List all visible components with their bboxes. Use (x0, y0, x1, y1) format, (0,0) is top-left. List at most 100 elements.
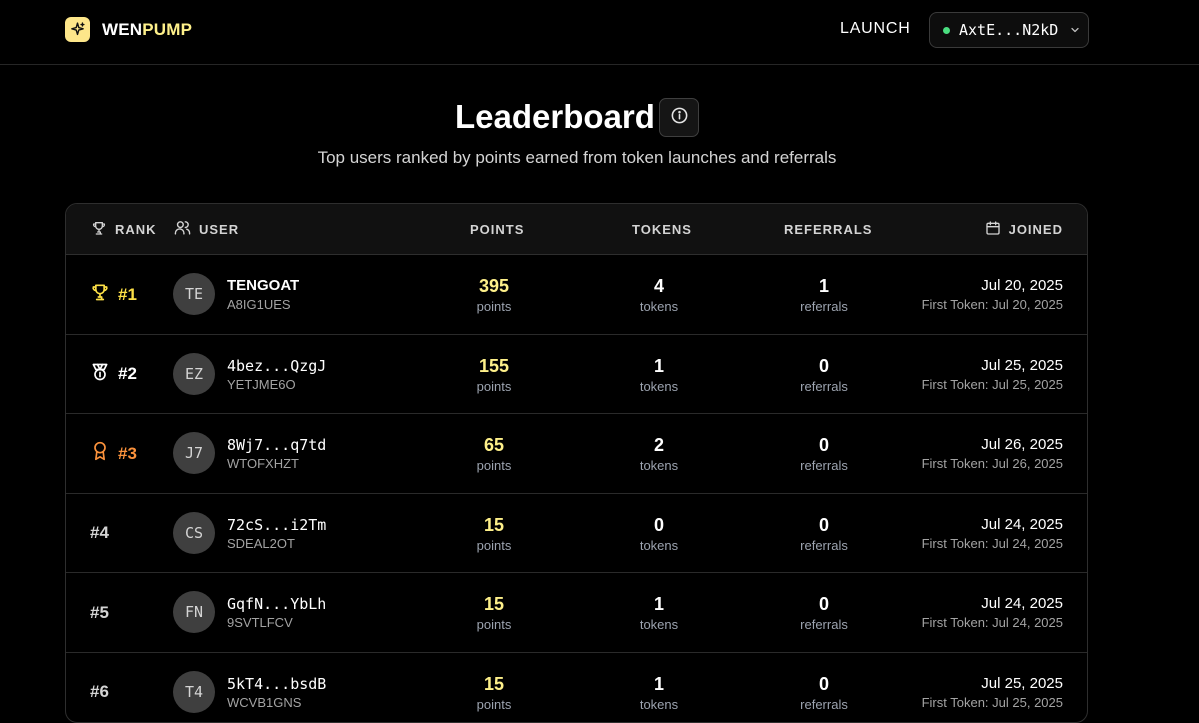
page-subtitle: Top users ranked by points earned from t… (0, 148, 1154, 168)
first-token-date: First Token: Jul 25, 2025 (922, 377, 1063, 392)
tokens-unit: tokens (609, 538, 709, 553)
points-unit: points (444, 617, 544, 632)
rank-cell: #1 (90, 255, 137, 334)
first-token-prefix: First Token: (922, 456, 993, 471)
brand-name-part2: PUMP (142, 20, 192, 39)
column-label-joined: JOINED (1009, 222, 1063, 237)
joined-date: Jul 25, 2025 (922, 675, 1063, 692)
points-value: 15 (444, 514, 544, 536)
joined-date: Jul 24, 2025 (922, 516, 1063, 533)
tokens-value: 1 (609, 355, 709, 377)
chevron-down-icon (1069, 24, 1081, 36)
column-header-tokens[interactable]: TOKENS (632, 204, 692, 254)
rank-number: #5 (90, 603, 109, 623)
referrals-value: 0 (774, 355, 874, 377)
user-name[interactable]: 72cS...i2Tm (227, 516, 326, 534)
column-label-user: USER (199, 222, 239, 237)
rank-number: #4 (90, 523, 109, 543)
wallet-button[interactable]: AxtE...N2kD (929, 12, 1089, 48)
rank-number: #6 (90, 682, 109, 702)
tokens-cell: 1 tokens (609, 673, 709, 712)
avatar: J7 (173, 432, 215, 474)
joined-cell: Jul 24, 2025 First Token: Jul 24, 2025 (922, 595, 1063, 630)
brand-name-part1: WEN (102, 20, 142, 39)
joined-cell: Jul 20, 2025 First Token: Jul 20, 2025 (922, 277, 1063, 312)
column-header-rank[interactable]: RANK (91, 204, 157, 254)
user-name[interactable]: GqfN...YbLh (227, 595, 326, 613)
first-token-value: Jul 24, 2025 (992, 615, 1063, 630)
launch-link[interactable]: LAUNCH (840, 20, 911, 38)
first-token-value: Jul 20, 2025 (992, 297, 1063, 312)
rank-cell: #5 (90, 573, 109, 652)
tokens-unit: tokens (609, 617, 709, 632)
joined-cell: Jul 25, 2025 First Token: Jul 25, 2025 (922, 357, 1063, 392)
table-row[interactable]: #1 TE TENGOAT A8IG1UES 395 points 4 toke… (66, 255, 1087, 335)
referrals-unit: referrals (774, 538, 874, 553)
calendar-icon (985, 220, 1001, 239)
rank-cell: #3 (90, 414, 137, 493)
rank-cell: #4 (90, 494, 109, 573)
referrals-value: 0 (774, 593, 874, 615)
rank-number: #2 (118, 364, 137, 384)
wallet-status-dot (943, 27, 950, 34)
user-name[interactable]: 8Wj7...q7td (227, 436, 326, 454)
table-row[interactable]: #4 CS 72cS...i2Tm SDEAL2OT 15 points 0 t… (66, 494, 1087, 574)
avatar: T4 (173, 671, 215, 713)
points-value: 395 (444, 275, 544, 297)
column-label-tokens: TOKENS (632, 222, 692, 237)
tokens-unit: tokens (609, 697, 709, 712)
points-unit: points (444, 697, 544, 712)
points-unit: points (444, 458, 544, 473)
tokens-unit: tokens (609, 458, 709, 473)
column-header-referrals[interactable]: REFERRALS (784, 204, 872, 254)
leaderboard-table: RANK USER POINTS TOKENS REFERRALS JOINED (65, 203, 1088, 723)
user-name[interactable]: 5kT4...bsdB (227, 675, 326, 693)
info-button[interactable] (659, 98, 699, 137)
brand[interactable]: WENPUMP (65, 17, 192, 42)
joined-cell: Jul 26, 2025 First Token: Jul 26, 2025 (922, 436, 1063, 471)
award-icon (90, 441, 110, 466)
joined-date: Jul 24, 2025 (922, 595, 1063, 612)
points-cell: 15 points (444, 514, 544, 553)
column-header-joined[interactable]: JOINED (985, 204, 1063, 254)
referrals-value: 0 (774, 673, 874, 695)
first-token-date: First Token: Jul 26, 2025 (922, 456, 1063, 471)
trophy-icon (91, 220, 107, 239)
referrals-unit: referrals (774, 697, 874, 712)
table-row[interactable]: #2 EZ 4bez...QzgJ YETJME6O 155 points 1 … (66, 335, 1087, 415)
top-navbar: WENPUMP LAUNCH AxtE...N2kD (0, 0, 1199, 65)
column-header-user[interactable]: USER (174, 204, 239, 254)
points-value: 155 (444, 355, 544, 377)
user-name[interactable]: TENGOAT (227, 277, 299, 294)
table-row[interactable]: #6 T4 5kT4...bsdB WCVB1GNS 15 points 1 t… (66, 653, 1087, 723)
table-row[interactable]: #3 J7 8Wj7...q7td WTOFXHZT 65 points 2 t… (66, 414, 1087, 494)
referrals-unit: referrals (774, 617, 874, 632)
points-cell: 65 points (444, 434, 544, 473)
column-header-points[interactable]: POINTS (470, 204, 524, 254)
tokens-value: 1 (609, 673, 709, 695)
points-unit: points (444, 299, 544, 314)
referrals-cell: 0 referrals (774, 434, 874, 473)
table-row[interactable]: #5 FN GqfN...YbLh 9SVTLFCV 15 points 1 t… (66, 573, 1087, 653)
referrals-unit: referrals (774, 458, 874, 473)
points-value: 15 (444, 593, 544, 615)
first-token-date: First Token: Jul 25, 2025 (922, 695, 1063, 710)
user-code: WCVB1GNS (227, 695, 301, 710)
first-token-prefix: First Token: (922, 695, 993, 710)
first-token-value: Jul 25, 2025 (992, 377, 1063, 392)
sparkle-icon (65, 17, 90, 42)
user-name[interactable]: 4bez...QzgJ (227, 357, 326, 375)
first-token-value: Jul 24, 2025 (992, 536, 1063, 551)
points-unit: points (444, 538, 544, 553)
brand-name: WENPUMP (102, 20, 192, 40)
tokens-value: 1 (609, 593, 709, 615)
referrals-cell: 1 referrals (774, 275, 874, 314)
points-cell: 15 points (444, 673, 544, 712)
user-code: WTOFXHZT (227, 456, 299, 471)
trophy-icon (90, 282, 110, 307)
referrals-unit: referrals (774, 379, 874, 394)
joined-date: Jul 20, 2025 (922, 277, 1063, 294)
avatar: CS (173, 512, 215, 554)
tokens-value: 0 (609, 514, 709, 536)
tokens-cell: 1 tokens (609, 593, 709, 632)
